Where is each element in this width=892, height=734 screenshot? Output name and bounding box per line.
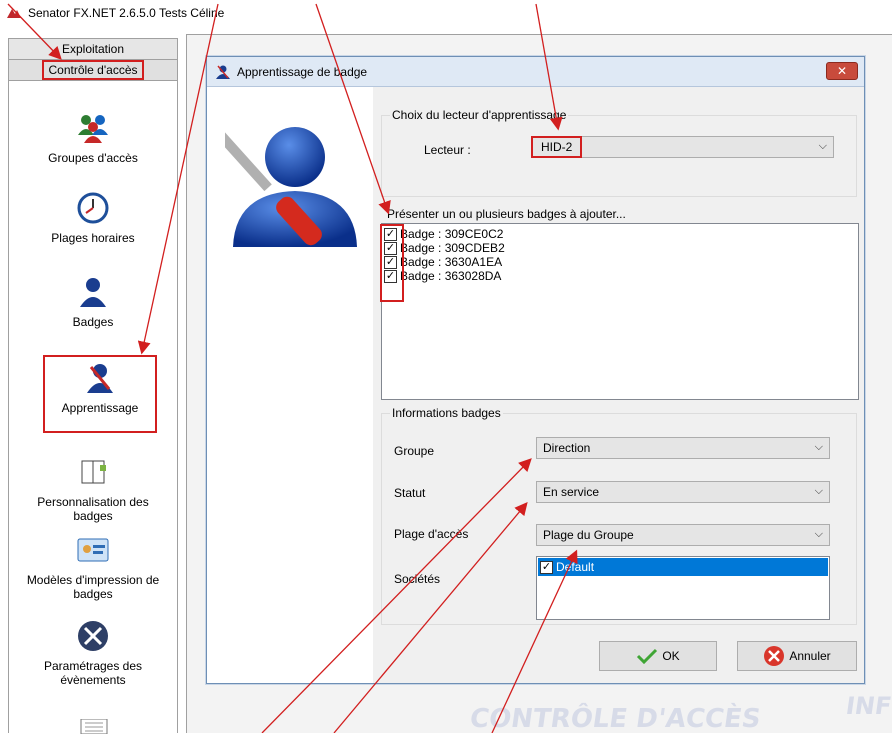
sidebar-item-label: Paramétrages des évènements (43, 659, 143, 687)
reader-value: HID-2 (530, 136, 583, 158)
reader-group-title: Choix du lecteur d'apprentissage (390, 108, 569, 122)
checkbox-checked-icon[interactable]: ✓ (540, 560, 553, 574)
dialog-title: Apprentissage de badge (237, 64, 368, 79)
sidebar-item-label: Apprentissage (61, 401, 139, 415)
sidebar-item-label: Plages horaires (51, 231, 135, 245)
ok-label: OK (662, 649, 680, 663)
societes-list[interactable]: ✓ Default (536, 556, 830, 620)
tools-icon (78, 621, 108, 651)
info-group-title: Informations badges (390, 406, 503, 420)
chevron-down-icon: ⌵ (814, 528, 823, 540)
close-button[interactable]: ✕ (826, 62, 858, 80)
sidebar-item-label: Groupes d'accès (48, 151, 138, 165)
clock-icon (77, 192, 109, 224)
app-title-bar: Senator FX.NET 2.6.5.0 Tests Céline (6, 4, 224, 22)
chevron-down-icon: ⌵ (814, 441, 823, 453)
list-item[interactable]: ✓ Default (538, 558, 828, 576)
illustration-panel (207, 87, 373, 683)
chevron-down-icon: ⌵ (814, 485, 823, 497)
groupe-select[interactable]: Direction ⌵ (536, 437, 830, 459)
groupe-label: Groupe (394, 444, 435, 458)
app-logo-icon (7, 9, 21, 18)
badges-group-title: Présenter un ou plusieurs badges à ajout… (387, 207, 626, 221)
societes-label: Sociétés (394, 572, 441, 586)
sidebar-item-plages-horaires[interactable]: Plages horaires (9, 191, 177, 245)
sidebar-item-parametrages-evenements[interactable]: Paramétrages des évènements (9, 619, 177, 687)
apprentissage-dialog: Apprentissage de badge ✕ Choix du lecteu… (206, 56, 865, 684)
sidebar-item-label: Badges (72, 315, 114, 329)
sidebar-header-exploitation[interactable]: Exploitation (9, 39, 177, 60)
groupe-value: Direction (543, 441, 591, 455)
badges-list[interactable]: ✓ Badge : 309CE0C2 ✓ Badge : 309CDEB2 ✓ Bad… (380, 223, 859, 400)
badge-label: Badge : 363028DA (400, 269, 502, 283)
badge-label: Badge : 309CDEB2 (400, 241, 505, 255)
cancel-circle-icon (764, 646, 785, 666)
watermark-info: INFO (844, 692, 892, 720)
badge-row[interactable]: ✓ Badge : 309CE0C2 (382, 227, 858, 241)
user-tool-illustration-icon (225, 127, 357, 247)
info-group: Informations badges Groupe Direction ⌵ S… (381, 406, 857, 625)
app-title: Senator FX.NET 2.6.5.0 Tests Céline (28, 6, 225, 20)
users-group-icon (78, 115, 108, 143)
user-tool-icon (216, 65, 230, 79)
sidebar-header-controle-acces[interactable]: Contrôle d'accès (9, 60, 177, 81)
navigation-sidebar: Exploitation Contrôle d'accès Groupes d'… (8, 38, 178, 734)
badge-row[interactable]: ✓ Badge : 363028DA (382, 269, 858, 283)
badge-row[interactable]: ✓ Badge : 309CDEB2 (382, 241, 858, 255)
book-icon (81, 460, 106, 484)
sidebar-item-apprentissage[interactable]: Apprentissage (43, 355, 157, 433)
statut-select[interactable]: En service ⌵ (536, 481, 830, 503)
plage-label: Plage d'accès (394, 527, 469, 541)
cancel-button[interactable]: Annuler (737, 641, 857, 671)
plage-select[interactable]: Plage du Groupe ⌵ (536, 524, 830, 546)
societe-label: Default (556, 560, 595, 574)
badge-label: Badge : 309CE0C2 (400, 227, 504, 241)
sidebar-item-label: Personnalisation des badges (37, 495, 149, 523)
plage-value: Plage du Groupe (543, 528, 634, 542)
checkbox-highlight (380, 224, 404, 302)
reader-select[interactable]: HID-2 ⌵ (530, 136, 834, 158)
cancel-label: Annuler (789, 649, 831, 663)
statut-label: Statut (394, 486, 426, 500)
id-card-icon (77, 538, 109, 562)
user-tool-icon (87, 364, 113, 393)
reader-group: Choix du lecteur d'apprentissage Lecteur… (381, 108, 857, 197)
sidebar-item-personnalisation-badges[interactable]: Personnalisation des badges (9, 455, 177, 523)
checkmark-icon (637, 648, 658, 664)
ok-button[interactable]: OK (599, 641, 717, 671)
user-icon (80, 278, 106, 307)
reader-label: Lecteur : (424, 143, 471, 157)
document-list-icon (80, 719, 108, 734)
chevron-down-icon: ⌵ (818, 140, 827, 152)
badge-row[interactable]: ✓ Badge : 3630A1EA (382, 255, 858, 269)
sidebar-item-label: Modèles d'impression de badges (26, 573, 160, 601)
statut-value: En service (543, 485, 600, 499)
badge-label: Badge : 3630A1EA (400, 255, 503, 269)
sidebar-item-groupes-acces[interactable]: Groupes d'accès (9, 111, 177, 165)
sidebar-header-label: Contrôle d'accès (42, 60, 144, 80)
sidebar-item-modeles-impression[interactable]: Modèles d'impression de badges (9, 533, 177, 601)
watermark-controle-acces: CONTRÔLE D'ACCÈS (467, 704, 763, 734)
dialog-title-bar[interactable]: Apprentissage de badge ✕ (207, 57, 864, 87)
sidebar-item-badges[interactable]: Badges (9, 275, 177, 329)
